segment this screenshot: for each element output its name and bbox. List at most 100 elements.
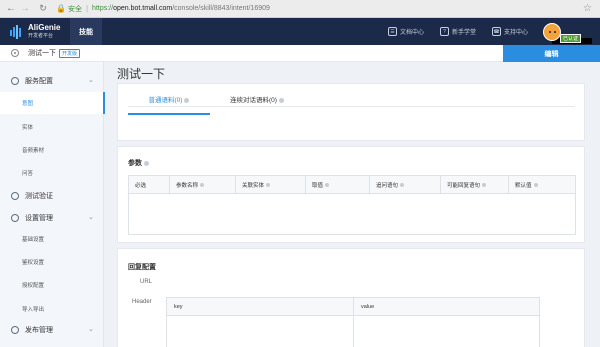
tutorial-label: 新手学堂 — [452, 30, 477, 36]
settings-icon — [11, 214, 19, 222]
value-cell[interactable] — [353, 315, 540, 347]
help-icon[interactable] — [400, 183, 405, 188]
col-possible-reply-label: 可能回复语句 — [447, 182, 481, 189]
sidebar-group-label: 发布管理 — [25, 327, 53, 334]
sidebar-item-authorization[interactable]: 授权配置 — [0, 274, 104, 296]
chevron-down-icon: ⌄ — [88, 214, 94, 221]
sidebar-group-service-config[interactable]: 服务配置 ⌄ — [0, 71, 104, 91]
col-follow-up: 追问语句 — [369, 175, 441, 194]
aligenie-logo-icon — [8, 24, 24, 40]
col-related-entity: 关联实体 — [235, 175, 306, 194]
brand-text: AliGenie 开发者平台 — [28, 22, 61, 40]
help-icon[interactable] — [482, 183, 487, 188]
avatar-verified-badge: 已认证 — [560, 34, 582, 43]
url-separator: | — [85, 4, 89, 13]
help-icon[interactable] — [533, 183, 538, 188]
support-link[interactable]: ☎ 支持中心 — [492, 27, 528, 36]
nav-skill-tab[interactable]: 技能 — [70, 18, 102, 45]
brand-subtitle: 开发者平台 — [28, 32, 54, 39]
url-label: URL — [140, 279, 153, 285]
empty-cell — [128, 193, 576, 235]
browser-address-bar: ← → ↻ 🔒 安全 | https:// open.bot.tmall.com… — [0, 0, 600, 18]
col-default: 默认值 — [508, 175, 576, 194]
col-value-label: 取值 — [312, 182, 324, 189]
table-row — [166, 315, 540, 347]
reply-section-title: 回复配置 — [128, 264, 156, 271]
docs-center-label: 文档中心 — [400, 30, 425, 36]
tab-label: 普通语料(0) — [148, 97, 183, 104]
support-icon: ☎ — [492, 27, 502, 36]
support-label: 支持中心 — [504, 30, 529, 36]
col-key: key — [166, 297, 354, 316]
reload-icon[interactable]: ↻ — [36, 2, 50, 16]
sidebar: 服务配置 ⌄ 意图 实体 音频素材 问答 测试验证 设置管理 ⌄ 基础设置 鉴权… — [0, 62, 105, 347]
brand-name: AliGenie — [28, 22, 61, 32]
header-label: Header — [132, 299, 152, 305]
help-icon[interactable] — [325, 183, 330, 188]
header-table: key value — [166, 297, 540, 347]
top-navigation: AliGenie 开发者平台 技能 ☰ 文档中心 ? 新手学堂 ☎ 支持中心 — [0, 18, 600, 45]
help-icon[interactable] — [266, 183, 271, 188]
brand[interactable]: AliGenie 开发者平台 — [8, 22, 61, 40]
url-host[interactable]: open.bot.tmall.com — [113, 5, 172, 12]
docs-center-link[interactable]: ☰ 文档中心 — [388, 27, 424, 36]
col-param-name-label: 参数名称 — [176, 182, 199, 189]
col-possible-reply: 可能回复语句 — [440, 175, 509, 194]
back-icon[interactable]: ← — [4, 2, 18, 16]
key-cell[interactable] — [166, 315, 354, 347]
question-icon: ? — [440, 27, 450, 36]
sidebar-group-settings[interactable]: 设置管理 ⌄ — [0, 208, 104, 228]
edit-button[interactable]: 编辑 — [503, 45, 600, 62]
skill-status-badge: 开发版 — [59, 48, 81, 58]
document-icon: ☰ — [388, 27, 397, 36]
avatar[interactable] — [543, 23, 561, 41]
col-related-entity-label: 关联实体 — [242, 182, 265, 189]
url-path[interactable]: /console/skill/8843/intent/16909 — [172, 5, 270, 12]
help-icon[interactable] — [144, 160, 149, 166]
page-title: 测试一下 — [117, 67, 166, 81]
params-table: 必选 参数名称 关联实体 取值 追问语句 可能回复语句 默认值 — [128, 175, 576, 235]
col-required: 必选 — [128, 175, 170, 194]
sidebar-item-basic-settings[interactable]: 基础设置 — [0, 228, 104, 250]
header-links: ☰ 文档中心 ? 新手学堂 ☎ 支持中心 — [388, 18, 544, 45]
col-value: 取值 — [305, 175, 370, 194]
params-title: 参数 — [128, 160, 142, 167]
skill-name: 测试一下 — [28, 50, 56, 57]
sidebar-group-label: 服务配置 — [25, 78, 53, 85]
sidebar-group-publish[interactable]: 发布管理 ⌄ — [0, 320, 104, 340]
forward-icon[interactable]: → — [18, 2, 32, 16]
secure-label: 安全 — [67, 5, 82, 13]
gear-icon — [11, 49, 19, 57]
tutorial-link[interactable]: ? 新手学堂 — [440, 27, 476, 36]
table-row-empty — [128, 193, 576, 235]
sidebar-group-label: 测试验证 — [25, 193, 53, 200]
globe-icon — [11, 77, 19, 85]
sidebar-item-qa[interactable]: 问答 — [0, 162, 104, 184]
params-section-title: 参数 — [128, 158, 149, 168]
sidebar-group-test[interactable]: 测试验证 — [0, 186, 104, 206]
sidebar-item-auth-settings[interactable]: 鉴权设置 — [0, 251, 104, 273]
bookmark-star-icon[interactable]: ☆ — [583, 3, 592, 14]
col-follow-up-label: 追问语句 — [376, 182, 399, 189]
help-icon[interactable] — [278, 97, 284, 103]
col-default-label: 默认值 — [515, 182, 532, 189]
sidebar-item-entity[interactable]: 实体 — [0, 116, 104, 138]
help-icon[interactable] — [200, 183, 205, 188]
chevron-down-icon: ⌄ — [88, 77, 94, 84]
tab-underline — [128, 106, 575, 107]
sidebar-group-label: 设置管理 — [25, 215, 53, 222]
url-scheme[interactable]: https:// — [92, 5, 113, 12]
send-icon — [11, 326, 19, 334]
sidebar-item-intent[interactable]: 意图 — [0, 92, 105, 114]
sidebar-item-import-export[interactable]: 导入导出 — [0, 298, 104, 320]
table-header-row: 必选 参数名称 关联实体 取值 追问语句 可能回复语句 默认值 — [128, 175, 576, 194]
sidebar-item-audio[interactable]: 音频素材 — [0, 139, 104, 161]
col-param-name: 参数名称 — [169, 175, 236, 194]
lock-icon: 🔒 — [56, 4, 66, 13]
col-value: value — [353, 297, 540, 316]
table-header-row: key value — [166, 297, 540, 316]
help-icon[interactable] — [184, 97, 190, 103]
tab-label: 连续对话语料(0) — [230, 97, 277, 104]
corpus-card — [117, 83, 585, 141]
test-icon — [11, 192, 19, 200]
